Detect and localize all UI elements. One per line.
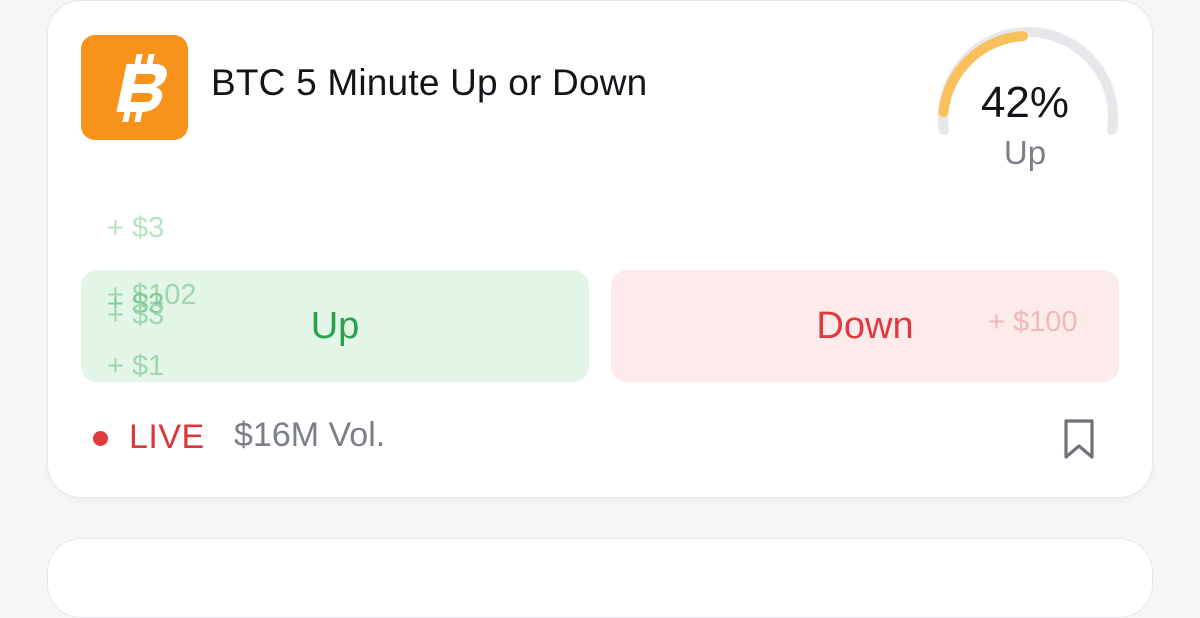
bitcoin-logo [81, 35, 188, 140]
next-market-card[interactable] [47, 538, 1153, 618]
live-label: LIVE [129, 418, 205, 456]
trade-float-down: + $100 [988, 306, 1078, 338]
bitcoin-icon [115, 53, 167, 122]
probability-outcome-label: Up [1003, 134, 1047, 171]
bookmark-icon[interactable] [1061, 417, 1097, 461]
live-indicator-dot [93, 431, 108, 446]
trade-float-up: + $1 [107, 350, 165, 382]
trade-float-up: + $3 [107, 212, 165, 244]
volume-label: $16M Vol. [234, 416, 386, 454]
down-button-label: Down [816, 304, 914, 347]
trade-float-up: + $3 [107, 299, 165, 331]
up-button-label: Up [310, 304, 360, 347]
market-title: BTC 5 Minute Up or Down [211, 62, 648, 103]
probability-percent: 42% [980, 78, 1070, 127]
